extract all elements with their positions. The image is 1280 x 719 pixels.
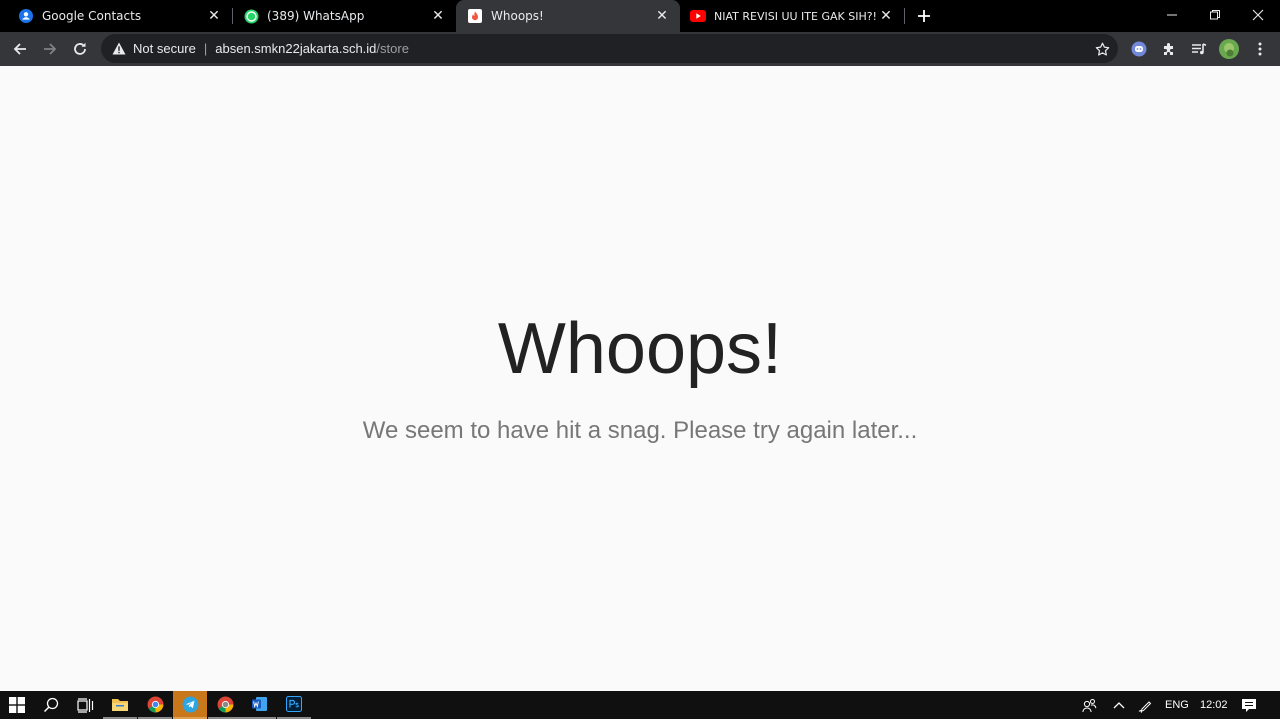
extensions-puzzle-icon[interactable]: [1157, 37, 1181, 61]
tab-title: Google Contacts: [42, 9, 142, 23]
whatsapp-icon: [243, 8, 259, 24]
tab-title: (389) WhatsApp: [267, 9, 365, 23]
word-icon[interactable]: [242, 691, 276, 719]
url-host: absen.smkn22jakarta.sch.id: [215, 41, 377, 56]
people-icon[interactable]: [1074, 691, 1104, 719]
notification-icon[interactable]: [1234, 691, 1264, 719]
search-icon[interactable]: [34, 691, 68, 719]
windows-taskbar: ENG 12:02: [0, 691, 1280, 719]
new-tab-button[interactable]: [912, 4, 936, 28]
security-label[interactable]: Not secure: [133, 41, 196, 56]
error-message: We seem to have hit a snag. Please try a…: [362, 417, 918, 444]
address-bar[interactable]: Not secure | absen.smkn22jakarta.sch.id /…: [101, 34, 1118, 63]
bookmark-star-icon[interactable]: [1092, 39, 1112, 59]
laravel-icon: [467, 8, 483, 24]
chevron-up-icon[interactable]: [1105, 691, 1133, 719]
chrome-profile-icon[interactable]: [208, 691, 242, 719]
close-icon[interactable]: ✕: [878, 8, 894, 24]
minimize-button[interactable]: [1150, 0, 1194, 30]
tab-whatsapp[interactable]: (389) WhatsApp ✕: [233, 0, 456, 32]
chrome-icon[interactable]: [138, 691, 172, 719]
media-queue-icon[interactable]: [1187, 37, 1211, 61]
tab-title: Whoops!: [491, 9, 544, 23]
youtube-icon: [690, 8, 706, 24]
tab-google-contacts[interactable]: Google Contacts ✕: [0, 0, 232, 32]
language-indicator[interactable]: ENG: [1165, 691, 1189, 719]
tab-youtube[interactable]: NIAT REVISI UU ITE GAK SIH?! | M ✕: [680, 0, 904, 32]
tab-title: NIAT REVISI UU ITE GAK SIH?! | M: [714, 9, 878, 23]
google-contacts-icon: [18, 8, 34, 24]
tab-separator: [904, 8, 905, 24]
tab-whoops[interactable]: Whoops! ✕: [456, 0, 680, 32]
pen-icon[interactable]: [1132, 691, 1158, 719]
warning-icon[interactable]: [111, 41, 127, 57]
start-button[interactable]: [0, 691, 34, 719]
close-icon[interactable]: ✕: [206, 8, 222, 24]
address-separator: |: [203, 41, 208, 56]
discord-extension-icon[interactable]: [1127, 37, 1151, 61]
forward-button[interactable]: [38, 37, 62, 61]
tab-strip: Google Contacts ✕ (389) WhatsApp ✕ Whoop…: [0, 0, 1280, 32]
restore-button[interactable]: [1193, 0, 1237, 30]
task-view-icon[interactable]: [68, 691, 102, 719]
telegram-icon[interactable]: [173, 691, 207, 719]
reload-button[interactable]: [68, 37, 92, 61]
profile-avatar[interactable]: [1217, 37, 1241, 61]
more-menu-icon[interactable]: [1248, 37, 1272, 61]
back-button[interactable]: [8, 37, 32, 61]
error-headline: Whoops!: [497, 309, 783, 389]
url-path: /store: [376, 41, 409, 56]
close-window-button[interactable]: [1236, 0, 1280, 30]
browser-toolbar: Not secure | absen.smkn22jakarta.sch.id /…: [0, 32, 1280, 66]
file-explorer-icon[interactable]: [103, 691, 137, 719]
close-icon[interactable]: ✕: [430, 8, 446, 24]
taskbar-clock[interactable]: 12:02: [1200, 691, 1228, 719]
close-icon[interactable]: ✕: [654, 8, 670, 24]
photoshop-icon[interactable]: [277, 691, 311, 719]
page-content: Whoops! We seem to have hit a snag. Plea…: [0, 66, 1280, 691]
